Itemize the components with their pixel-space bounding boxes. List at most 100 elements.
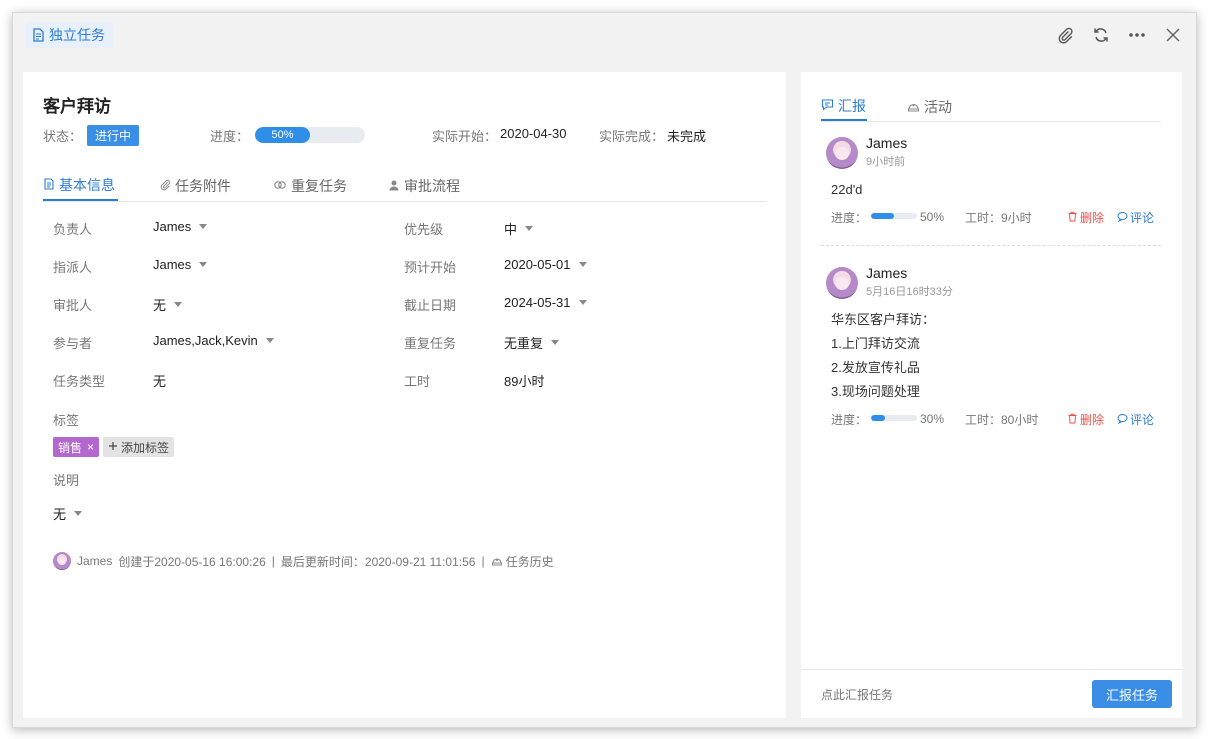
task-detail-panel: 客户拜访 状态： 进行中 进度： 50% 实际开始： 2020-04-30 实际… — [23, 72, 786, 718]
field-deadline: 截止日期 2024-05-31 — [404, 295, 744, 315]
repeat-select[interactable]: 无重复 — [504, 333, 560, 352]
field-repeat: 重复任务 无重复 — [404, 333, 744, 353]
progress-bar[interactable]: 50% — [255, 127, 365, 143]
tab-repeat[interactable]: 重复任务 — [273, 170, 347, 202]
actual-start-value: 2020-04-30 — [500, 126, 567, 141]
repeat-icon — [273, 178, 287, 194]
tab-attachments[interactable]: 任务附件 — [159, 170, 231, 202]
delete-button[interactable]: 删除 — [1067, 209, 1104, 226]
chevron-down-icon — [578, 300, 587, 305]
progress-fill: 50% — [255, 127, 310, 143]
updated-time: 最后更新时间：2020-09-21 11:01:56 — [280, 554, 476, 569]
priority-select[interactable]: 中 — [504, 219, 534, 238]
paperclip-icon — [159, 178, 171, 194]
task-dialog: 独立任务 客户拜访 状态： 进行中 进度： 50% 实际开始： 2020-04-… — [12, 12, 1197, 728]
user-icon — [388, 178, 400, 194]
created-time: 创建于2020-05-16 16:00:26 — [118, 554, 266, 569]
header-actions — [1052, 22, 1186, 48]
report-task-button[interactable]: 汇报任务 — [1092, 680, 1172, 708]
description-label: 说明 — [53, 473, 80, 488]
separator: | — [271, 554, 275, 568]
chevron-down-icon — [265, 338, 274, 343]
assigner-select[interactable]: James — [153, 257, 208, 272]
field-task-type: 任务类型 无 — [53, 371, 393, 391]
task-history-link[interactable]: 任务历史 — [491, 553, 554, 570]
document-icon — [31, 28, 45, 42]
progress-label: 进度： — [210, 129, 250, 144]
refresh-icon[interactable] — [1088, 22, 1114, 48]
hours-value[interactable]: 89小时 — [504, 371, 544, 390]
owner-select[interactable]: James — [153, 219, 208, 234]
chevron-down-icon — [174, 302, 183, 307]
status-badge[interactable]: 进行中 — [87, 125, 140, 146]
report-progress-bar — [871, 213, 917, 219]
more-icon[interactable] — [1124, 22, 1150, 48]
tab-approval[interactable]: 审批流程 — [388, 170, 460, 202]
report-user: James — [866, 135, 908, 151]
field-approver: 审批人 无 — [53, 295, 393, 315]
field-assigner: 指派人 James — [53, 257, 393, 277]
dialog-header: 独立任务 — [13, 13, 1196, 57]
approver-select[interactable]: 无 — [153, 295, 183, 314]
report-hint-link[interactable]: 点此汇报任务 — [821, 686, 893, 703]
avatar — [826, 137, 858, 169]
field-planned-start: 预计开始 2020-05-01 — [404, 257, 744, 277]
field-owner: 负责人 James — [53, 219, 393, 239]
tag-sales[interactable]: 销售 × — [53, 437, 100, 457]
task-title: 客户拜访 — [43, 97, 111, 116]
add-tag-button[interactable]: 添加标签 — [103, 437, 175, 457]
status-row: 状态： 进行中 进度： 50% 实际开始： 2020-04-30 实际完成： 未… — [43, 125, 763, 147]
chevron-down-icon — [551, 340, 560, 345]
delete-button[interactable]: 删除 — [1067, 411, 1104, 428]
field-participants: 参与者 James,Jack,Kevin — [53, 333, 393, 353]
tab-basic-info[interactable]: 基本信息 — [43, 170, 118, 201]
creator-name: James — [77, 554, 113, 568]
report-time: 5月16日16时33分 — [866, 286, 953, 298]
report-divider — [821, 245, 1161, 246]
tab-report[interactable]: 汇报 — [821, 92, 867, 121]
comment-icon — [1117, 413, 1128, 427]
document-icon — [43, 177, 55, 193]
comment-button[interactable]: 评论 — [1117, 411, 1154, 428]
tab-activity[interactable]: 活动 — [907, 92, 952, 122]
tags-label: 标签 — [53, 413, 80, 428]
actual-start-label: 实际开始： — [432, 129, 498, 144]
trash-icon — [1067, 413, 1078, 427]
history-icon — [491, 554, 503, 569]
trash-icon — [1067, 211, 1078, 225]
report-time: 9小时前 — [866, 156, 906, 168]
report-panel: 汇报 活动 James 9小时前 22d'd 进度： 50% 工时：9小时 删除… — [801, 72, 1182, 718]
chevron-down-icon — [74, 511, 83, 516]
chevron-down-icon — [578, 262, 587, 267]
report-meta: 进度： 50% 工时：9小时 删除 评论 — [831, 209, 1155, 226]
separator: | — [481, 554, 485, 568]
close-icon[interactable] — [1160, 22, 1186, 48]
task-type-label: 独立任务 — [49, 27, 105, 43]
report-content: 华东区客户拜访： 1.上门拜访交流 2.发放宣传礼品 3.现场问题处理 — [831, 312, 936, 399]
task-type-value[interactable]: 无 — [153, 371, 166, 390]
plus-icon — [108, 440, 118, 454]
progress-text: 50% — [271, 129, 294, 141]
actual-finish-label: 实际完成： — [599, 129, 665, 144]
participants-select[interactable]: James,Jack,Kevin — [153, 333, 274, 348]
task-type-badge: 独立任务 — [25, 22, 113, 48]
attachment-icon[interactable] — [1052, 22, 1078, 48]
field-hours: 工时 89小时 — [404, 371, 744, 391]
actual-finish-value: 未完成 — [667, 129, 707, 144]
comment-button[interactable]: 评论 — [1117, 209, 1154, 226]
chevron-down-icon — [199, 262, 208, 267]
report-meta: 进度： 30% 工时：80小时 删除 评论 — [831, 411, 1155, 428]
avatar — [826, 267, 858, 299]
activity-icon — [907, 99, 920, 115]
report-item: James 9小时前 22d'd 进度： 50% 工时：9小时 删除 评论 — [821, 135, 1161, 235]
deadline-picker[interactable]: 2024-05-31 — [504, 295, 587, 310]
description-value[interactable]: 无 — [53, 504, 83, 523]
report-user: James — [866, 265, 908, 281]
planned-start-picker[interactable]: 2020-05-01 — [504, 257, 587, 272]
report-tabs: 汇报 活动 — [821, 92, 1161, 122]
comment-icon — [821, 98, 834, 114]
remove-tag-icon[interactable]: × — [87, 440, 94, 454]
task-meta: James 创建于2020-05-16 16:00:26 | 最后更新时间：20… — [53, 552, 554, 570]
report-footer: 点此汇报任务 汇报任务 — [801, 669, 1182, 718]
field-priority: 优先级 中 — [404, 219, 744, 239]
